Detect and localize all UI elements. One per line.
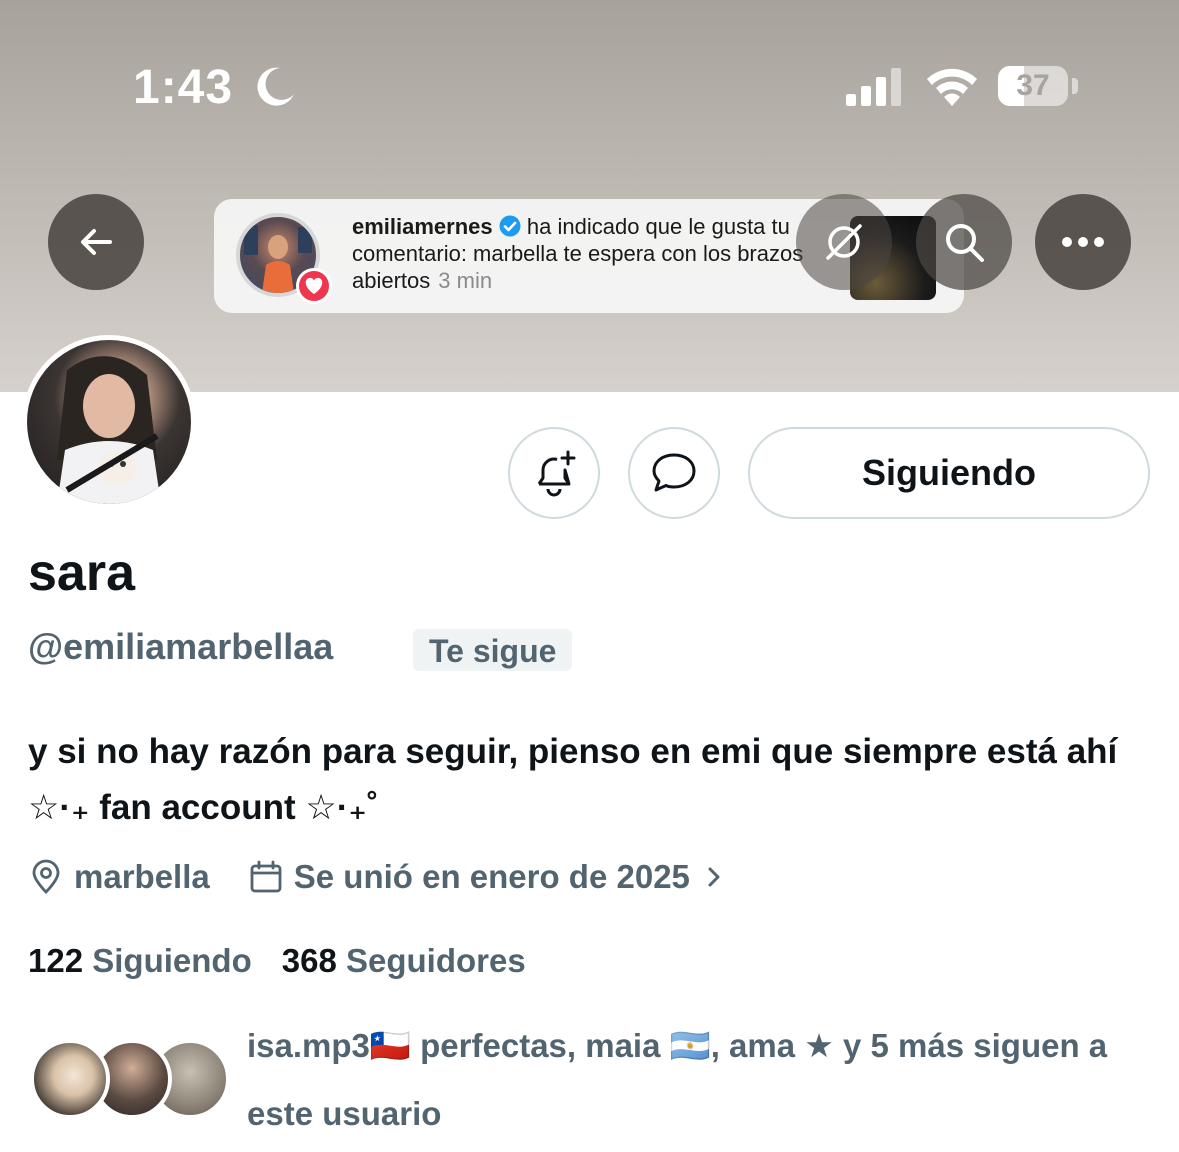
- follower-avatar: [30, 1039, 110, 1119]
- profile-photo-figure: [57, 356, 161, 504]
- back-arrow-icon: [81, 229, 112, 255]
- followed-by-text[interactable]: isa.mp3🇨🇱 perfectas, maia 🇦🇷, ama ★ y 5 …: [247, 1012, 1147, 1148]
- more-icon: [1062, 237, 1104, 247]
- wifi-icon: [927, 68, 977, 106]
- profile-meta: marbella Se unió en enero de 2025: [28, 854, 728, 900]
- search-icon: [946, 224, 984, 262]
- grok-button[interactable]: [796, 194, 892, 290]
- follow-stats: 122 Siguiendo 368 Seguidores: [28, 942, 526, 980]
- heart-icon: [296, 268, 332, 304]
- notification-text: emiliamernes ha indicado que le gusta tu…: [352, 213, 822, 294]
- notification-time: 3 min: [438, 268, 493, 293]
- more-button[interactable]: [1035, 194, 1131, 290]
- user-handle: @emiliamarbellaa: [28, 626, 334, 667]
- battery-icon: 37: [998, 66, 1068, 106]
- search-button[interactable]: [916, 194, 1012, 290]
- profile-avatar[interactable]: [22, 335, 196, 509]
- following-count: 122: [28, 942, 84, 979]
- location-pin-icon: [32, 859, 60, 894]
- calendar-icon: [250, 860, 282, 893]
- profile-bio: y si no hay razón para seguir, pienso en…: [28, 732, 1118, 827]
- joined-date-link[interactable]: Se unió en enero de 2025: [248, 858, 728, 896]
- followers-label: Seguidores: [345, 942, 526, 979]
- back-button[interactable]: [48, 194, 144, 290]
- followers-count: 368: [281, 942, 337, 979]
- follows-you-badge: Te sigue: [413, 629, 573, 671]
- moon-icon: [257, 67, 294, 106]
- verified-icon: [499, 215, 521, 237]
- signal-icon: [846, 68, 901, 106]
- notifications-button[interactable]: [508, 427, 600, 519]
- bell-plus-icon: [537, 450, 576, 497]
- location-text: marbella: [74, 858, 210, 895]
- notification-username: emiliamernes: [352, 214, 493, 239]
- message-icon: [652, 453, 696, 492]
- status-time: 1:43: [133, 61, 234, 114]
- profile-photo: [27, 340, 191, 504]
- following-link[interactable]: 122 Siguiendo: [28, 942, 252, 979]
- profile-banner: [0, 0, 1179, 392]
- followers-link[interactable]: 368 Seguidores: [282, 942, 526, 979]
- battery-percent: 37: [1016, 69, 1050, 102]
- display-name: sara: [28, 544, 135, 602]
- grok-icon: [826, 224, 862, 260]
- following-button[interactable]: Siguiendo: [748, 427, 1150, 519]
- following-label: Siguiendo: [92, 942, 252, 979]
- joined-date-text: Se unió en enero de 2025: [293, 858, 690, 895]
- message-button[interactable]: [628, 427, 720, 519]
- chevron-right-icon: [708, 867, 720, 887]
- battery-cap: [1072, 78, 1078, 94]
